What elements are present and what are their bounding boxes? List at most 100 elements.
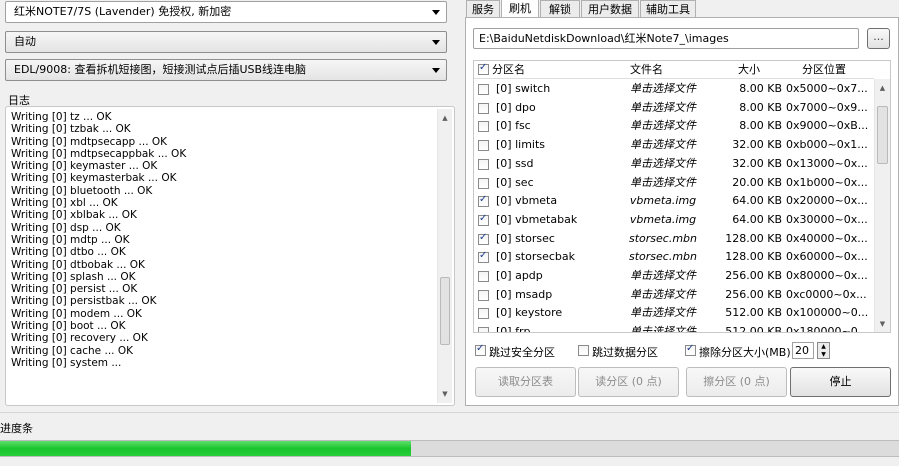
table-row[interactable]: [0] sec 单击选择文件 20.00 KB 0x1b000~0x... — [474, 174, 874, 193]
partition-location: 0x60000~0x... — [786, 250, 868, 264]
skip-data-option[interactable]: 跳过数据分区 — [578, 343, 678, 359]
row-checkbox[interactable] — [478, 102, 489, 114]
skip-data-checkbox[interactable] — [578, 345, 589, 356]
stepper-up-icon[interactable]: ▲ — [818, 343, 829, 351]
image-path-input[interactable]: E:\BaiduNetdiskDownload\红米Note7_\images — [473, 28, 859, 49]
mode-select[interactable]: 自动 — [5, 31, 447, 53]
log-scroll-thumb[interactable] — [440, 277, 450, 346]
tab-tools[interactable]: 辅助工具 — [640, 0, 696, 18]
scroll-up-icon[interactable]: ▲ — [438, 111, 452, 125]
partition-location: 0x1b000~0x... — [786, 175, 868, 189]
table-row[interactable]: [0] vbmetabak vbmeta.img 64.00 KB 0x30000~0… — [474, 211, 874, 230]
tab-unlock[interactable]: 解锁 — [540, 0, 580, 18]
partition-size: 32.00 KB — [732, 156, 782, 170]
table-row[interactable]: [0] frp 单击选择文件 512.00 KB 0x180000~0... — [474, 323, 874, 332]
log-line: Writing [0] tz ... OK — [11, 111, 112, 123]
file-name[interactable]: 单击选择文件 — [620, 136, 706, 155]
read-partition-button[interactable]: 读分区 (0 点) — [578, 367, 679, 397]
edl-select[interactable]: EDL/9008: 查看拆机短接图，短接测试点后插USB线连电脑 — [5, 59, 447, 81]
log-line: Writing [0] keymaster ... OK — [11, 160, 158, 173]
table-row[interactable]: [0] ssd 单击选择文件 32.00 KB 0x13000~0x... — [474, 155, 874, 174]
row-checkbox[interactable] — [478, 271, 489, 282]
scroll-down-icon[interactable]: ▼ — [438, 387, 452, 401]
tab-user-data[interactable]: 用户数据 — [581, 0, 639, 18]
row-checkbox[interactable] — [478, 308, 489, 320]
log-line: Writing [0] xblbak ... OK — [11, 209, 137, 222]
skip-secure-option[interactable]: 跳过安全分区 — [475, 343, 575, 359]
table-row[interactable]: [0] keystore 单击选择文件 512.00 KB 0x100000~0... — [474, 304, 874, 323]
read-partition-table-button[interactable]: 读取分区表 — [475, 367, 576, 397]
divider — [0, 412, 899, 413]
partition-size: 8.00 KB — [739, 82, 782, 95]
row-checkbox[interactable] — [478, 84, 489, 95]
scroll-down-icon[interactable]: ▼ — [875, 317, 890, 331]
log-line: Writing [0] dsp ... OK — [11, 221, 121, 234]
partition-location: 0x30000~0x... — [786, 212, 868, 226]
row-checkbox[interactable] — [478, 177, 489, 189]
stepper-down-icon[interactable]: ▼ — [818, 351, 829, 359]
edl-select-value: EDL/9008: 查看拆机短接图，短接测试点后插USB线连电脑 — [14, 63, 307, 76]
row-checkbox[interactable] — [478, 121, 489, 133]
file-name[interactable]: storsec.mbn — [620, 248, 706, 267]
row-checkbox[interactable] — [478, 158, 489, 170]
device-select[interactable]: 红米NOTE7/7S (Lavender) 免授权, 新加密 — [5, 1, 447, 23]
table-row[interactable]: [0] fsc 单击选择文件 8.00 KB 0x9000~0xB... — [474, 117, 874, 136]
row-checkbox[interactable] — [478, 213, 489, 226]
partition-location: 0x100000~0... — [786, 306, 869, 320]
log-line: Writing [0] mdtpsecappbak ... OK — [11, 147, 187, 160]
scroll-up-icon[interactable]: ▲ — [875, 81, 890, 95]
erase-partition-button[interactable]: 擦分区 (0 点) — [686, 367, 787, 397]
file-name[interactable]: 单击选择文件 — [620, 323, 706, 332]
select-all-checkbox[interactable] — [478, 62, 489, 75]
partition-size: 8.00 KB — [739, 119, 782, 133]
browse-button[interactable]: ... — [867, 28, 890, 49]
table-row[interactable]: [0] switch 单击选择文件 8.00 KB 0x5000~0x7... — [474, 80, 874, 99]
table-scroll-thumb[interactable] — [877, 106, 888, 165]
table-row[interactable]: [0] msadp 单击选择文件 256.00 KB 0xc0000~0x... — [474, 286, 874, 305]
file-name[interactable]: 单击选择文件 — [620, 304, 706, 323]
partition-size: 20.00 KB — [732, 175, 782, 189]
partition-name: [0] ssd — [496, 156, 534, 170]
table-row[interactable]: [0] storsecbak storsec.mbn 128.00 KB 0x6000… — [474, 248, 874, 267]
partition-size: 128.00 KB — [725, 250, 782, 264]
table-row[interactable]: [0] dpo 单击选择文件 8.00 KB 0x7000~0x9... — [474, 99, 874, 118]
table-row[interactable]: [0] apdp 单击选择文件 256.00 KB 0x80000~0x... — [474, 267, 874, 286]
file-name[interactable]: 单击选择文件 — [620, 286, 706, 305]
partition-size: 64.00 KB — [732, 194, 782, 208]
file-name[interactable]: 单击选择文件 — [620, 117, 706, 136]
table-scrollbar[interactable]: ▲ ▼ — [874, 79, 890, 332]
table-row[interactable]: [0] storsec storsec.mbn 128.00 KB 0x40000~0… — [474, 230, 874, 249]
erase-size-stepper[interactable]: ▲ ▼ — [817, 342, 830, 359]
partition-location: 0x7000~0x9... — [786, 100, 868, 114]
tab-service[interactable]: 服务 — [466, 0, 500, 18]
file-name[interactable]: 单击选择文件 — [620, 99, 706, 118]
erase-size-checkbox[interactable] — [685, 343, 696, 356]
file-name[interactable]: 单击选择文件 — [620, 174, 706, 193]
erase-size-input[interactable]: 20 — [792, 342, 814, 359]
file-name[interactable]: storsec.mbn — [620, 230, 706, 249]
partition-location: 0xc0000~0x... — [786, 287, 867, 301]
skip-secure-checkbox[interactable] — [475, 343, 486, 356]
log-scrollbar[interactable]: ▲ ▼ — [437, 109, 452, 403]
row-checkbox[interactable] — [478, 194, 489, 208]
partition-size: 256.00 KB — [725, 269, 782, 282]
file-name[interactable]: vbmeta.img — [620, 192, 706, 211]
row-checkbox[interactable] — [478, 140, 489, 152]
row-checkbox[interactable] — [478, 327, 489, 332]
file-name[interactable]: 单击选择文件 — [620, 80, 706, 99]
row-checkbox[interactable] — [478, 250, 489, 264]
device-select-value: 红米NOTE7/7S (Lavender) 免授权, 新加密 — [14, 5, 232, 18]
table-row[interactable]: [0] limits 单击选择文件 32.00 KB 0xb000~0x1... — [474, 136, 874, 155]
chevron-down-icon — [432, 10, 440, 15]
progress-fill — [0, 441, 411, 456]
row-checkbox[interactable] — [478, 232, 489, 245]
file-name[interactable]: vbmeta.img — [620, 211, 706, 230]
file-name[interactable]: 单击选择文件 — [620, 155, 706, 174]
mode-select-value: 自动 — [14, 35, 36, 48]
row-checkbox[interactable] — [478, 289, 489, 301]
file-name[interactable]: 单击选择文件 — [620, 267, 706, 286]
skip-secure-label: 跳过安全分区 — [489, 346, 555, 359]
skip-data-label: 跳过数据分区 — [592, 346, 658, 359]
stop-button[interactable]: 停止 — [790, 367, 891, 397]
table-row[interactable]: [0] vbmeta vbmeta.img 64.00 KB 0x20000~0x..… — [474, 192, 874, 211]
